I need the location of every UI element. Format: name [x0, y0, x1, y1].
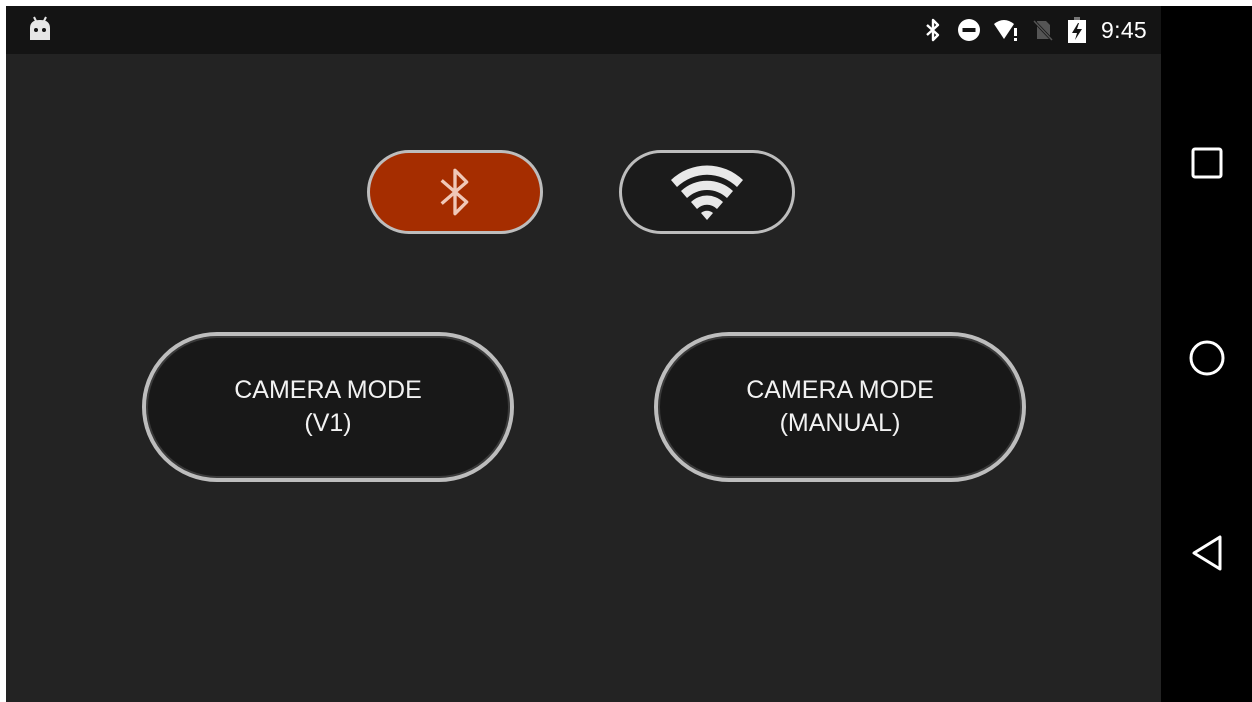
bluetooth-icon	[440, 168, 469, 216]
bluetooth-icon	[926, 18, 940, 42]
status-clock: 9:45	[1101, 16, 1147, 43]
camera-mode-v1-sublabel: (V1)	[304, 409, 352, 437]
status-bar: 9:45	[6, 6, 1161, 54]
wifi-alert-icon	[994, 20, 1018, 41]
back-icon	[1192, 535, 1222, 571]
wifi-icon	[671, 165, 743, 220]
camera-mode-manual-label: CAMERA MODE	[746, 376, 934, 404]
camera-mode-v1-label: CAMERA MODE	[234, 376, 422, 404]
recents-icon	[1191, 147, 1223, 179]
back-button[interactable]	[1185, 531, 1229, 575]
do-not-disturb-icon	[958, 19, 981, 41]
battery-charging-icon	[1068, 17, 1087, 43]
home-icon	[1189, 340, 1225, 376]
status-icons: 9:45	[921, 6, 1147, 54]
no-sim-icon	[1032, 19, 1054, 42]
wifi-toggle[interactable]	[619, 150, 795, 234]
android-debug-icon	[30, 16, 50, 40]
camera-mode-manual-sublabel: (MANUAL)	[779, 409, 901, 437]
camera-mode-manual-button[interactable]: CAMERA MODE (MANUAL)	[654, 332, 1026, 482]
app-content: CAMERA MODE (V1) CAMERA MODE (MANUAL)	[6, 54, 1161, 702]
device-screen: 9:45 CAMERA MODE (V1) CAMERA MODE (MANUA…	[6, 6, 1252, 702]
bluetooth-toggle[interactable]	[367, 150, 543, 234]
navigation-bar	[1161, 6, 1252, 702]
home-button[interactable]	[1185, 336, 1229, 380]
camera-mode-v1-button[interactable]: CAMERA MODE (V1)	[142, 332, 514, 482]
recents-button[interactable]	[1185, 141, 1229, 185]
